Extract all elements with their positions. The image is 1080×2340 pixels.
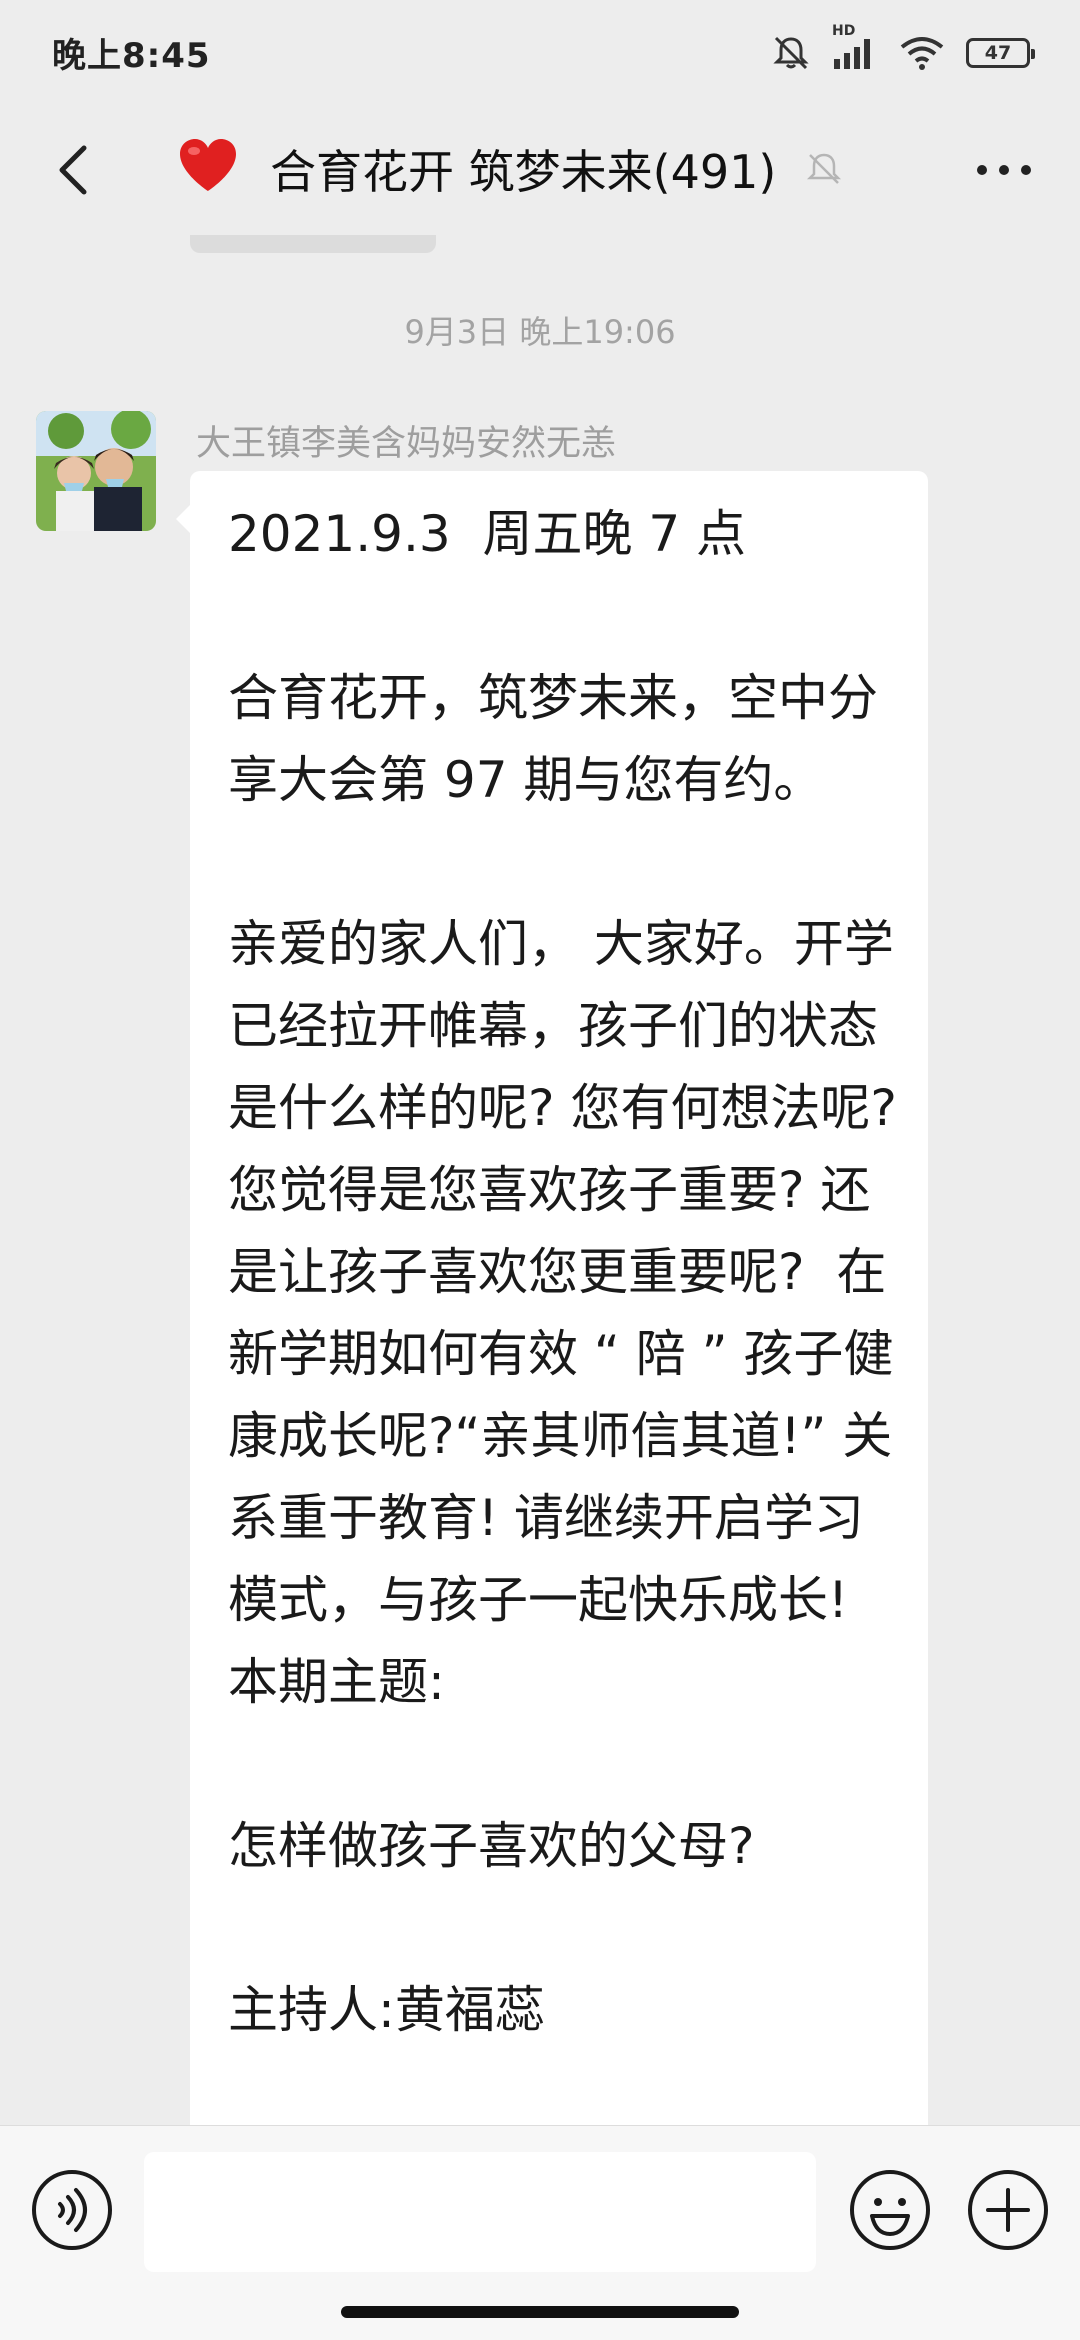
- chevron-left-icon: [59, 145, 87, 195]
- mute-bell-icon: [772, 34, 810, 72]
- previous-message-bubble[interactable]: [190, 235, 436, 253]
- status-icons: HD 47: [772, 23, 1035, 72]
- more-dots-icon: [977, 165, 1031, 175]
- voice-button[interactable]: [30, 2168, 114, 2252]
- more-options-button[interactable]: [964, 135, 1044, 205]
- emoji-button[interactable]: [848, 2168, 932, 2252]
- wifi-icon: [900, 35, 944, 71]
- heart-icon: [178, 137, 238, 202]
- message-timestamp: 9月3日 晚上19:06: [404, 313, 676, 351]
- message-input[interactable]: [144, 2152, 816, 2272]
- muted-bell-icon: [804, 149, 844, 189]
- emoji-icon: [850, 2170, 930, 2250]
- group-title: 合育花开 筑梦未来(491): [270, 145, 777, 199]
- back-button[interactable]: [40, 135, 104, 205]
- chat-title-group[interactable]: 合育花开 筑梦未来(491): [178, 129, 844, 209]
- voice-icon: [32, 2170, 112, 2250]
- status-time: 晚上8:45: [52, 36, 211, 76]
- sender-name: 大王镇李美含妈妈安然无恙: [196, 424, 617, 464]
- chat-header: 合育花开 筑梦未来(491): [0, 105, 1080, 235]
- more-functions-button[interactable]: [966, 2168, 1050, 2252]
- network-label: HD: [832, 22, 856, 39]
- battery-icon: 47: [966, 37, 1035, 68]
- plus-icon: [968, 2170, 1048, 2250]
- sender-avatar[interactable]: [36, 411, 156, 531]
- message-text: 2021.9.3 周五晚 7 点 合育花开，筑梦未来，空中分享大会第 97 期与…: [228, 505, 897, 2039]
- home-indicator[interactable]: [341, 2306, 739, 2318]
- signal-icon: HD: [832, 23, 878, 71]
- status-bar: 晚上8:45 HD 47: [0, 0, 1080, 105]
- chat-message-list[interactable]: 9月3日 晚上19:06 大王镇李美含妈妈安然无恙 2021.9.3 周五晚 7…: [0, 235, 1080, 2125]
- message-bubble[interactable]: 2021.9.3 周五晚 7 点 合育花开，筑梦未来，空中分享大会第 97 期与…: [176, 471, 928, 2125]
